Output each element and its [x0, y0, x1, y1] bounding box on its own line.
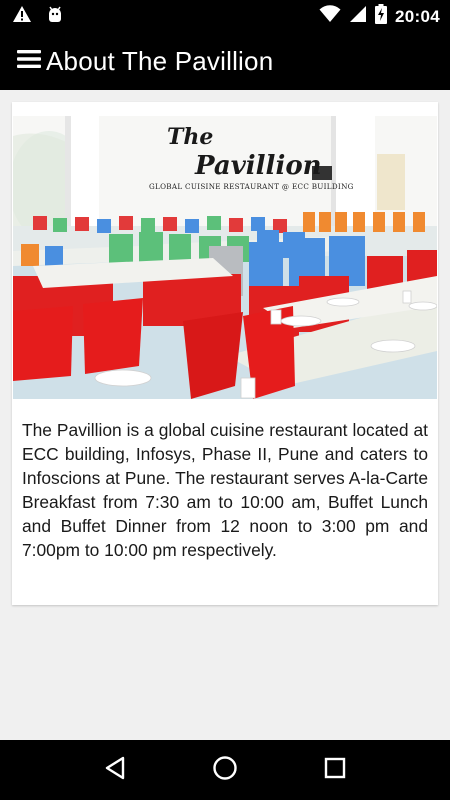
warning-icon	[12, 5, 32, 28]
wifi-icon	[319, 5, 341, 28]
android-debug-icon	[46, 4, 64, 29]
logo-title: Pavillion	[194, 151, 322, 181]
menu-button[interactable]	[14, 47, 44, 77]
logo-the: The	[167, 124, 213, 150]
app-bar: About The Pavillion	[0, 33, 450, 90]
back-icon	[104, 756, 126, 785]
home-button[interactable]	[201, 746, 249, 794]
recents-button[interactable]	[311, 746, 359, 794]
cellular-signal-icon	[349, 5, 367, 28]
restaurant-image: The Pavillion GLOBAL CUISINE RESTAURANT …	[13, 116, 437, 399]
navigation-bar	[0, 740, 450, 800]
logo-subtitle: GLOBAL CUISINE RESTAURANT @ ECC BUILDING	[149, 182, 354, 191]
recents-icon	[324, 757, 346, 784]
status-time: 20:04	[395, 6, 440, 26]
page-title: About The Pavillion	[46, 46, 274, 76]
about-card: The Pavillion GLOBAL CUISINE RESTAURANT …	[12, 102, 438, 605]
battery-charging-icon	[375, 4, 388, 29]
content-area: The Pavillion GLOBAL CUISINE RESTAURANT …	[0, 90, 450, 740]
back-button[interactable]	[91, 746, 139, 794]
restaurant-description: The Pavillion is a global cuisine restau…	[22, 420, 428, 560]
home-icon	[212, 755, 238, 786]
status-bar: 20:04	[0, 0, 450, 33]
menu-icon	[17, 49, 41, 74]
